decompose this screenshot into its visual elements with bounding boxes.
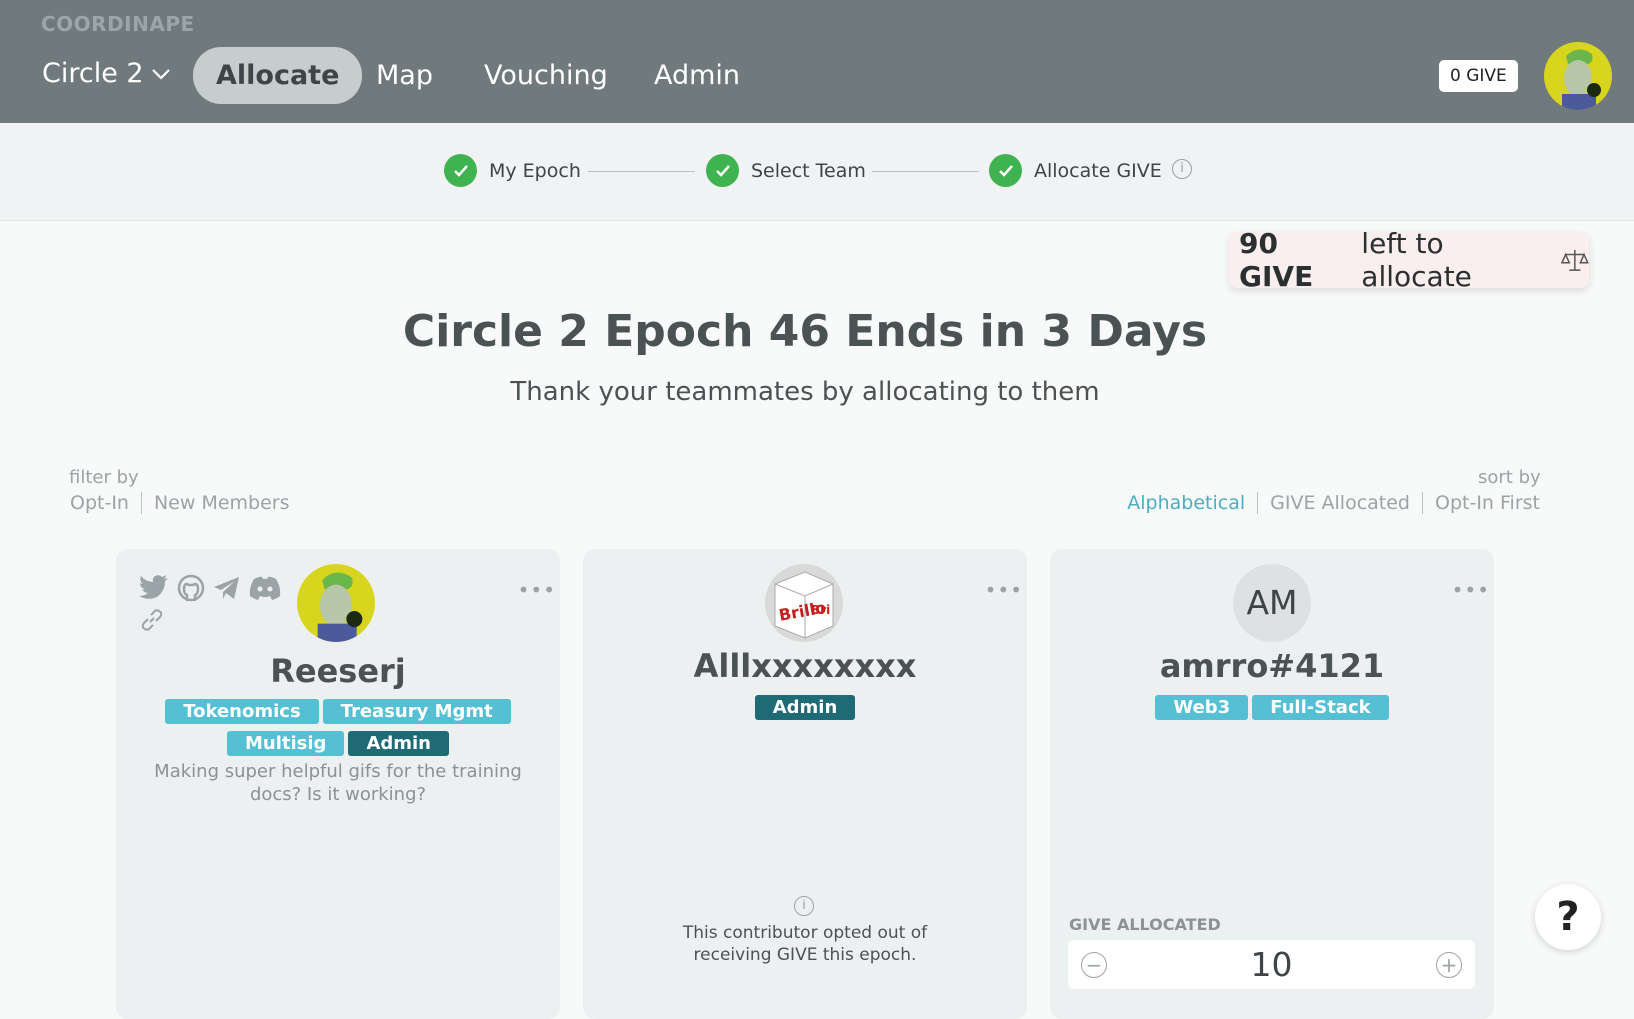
- chevron-down-icon: [151, 68, 170, 80]
- epoch-title: Circle 2 Epoch 46 Ends in 3 Days: [402, 306, 1208, 357]
- sort-options: Alphabetical GIVE Allocated Opt-In First: [1127, 492, 1540, 514]
- more-options-icon[interactable]: •••: [518, 578, 556, 602]
- member-name: Alllxxxxxxxx: [693, 647, 917, 685]
- divider: [1422, 492, 1423, 514]
- user-avatar-image: [1544, 42, 1612, 110]
- step-select-team[interactable]: Select Team: [706, 154, 866, 187]
- circle-selector-label: Circle 2: [42, 58, 144, 89]
- opted-out-message: This contributor opted out of receiving …: [682, 923, 928, 965]
- github-icon[interactable]: [176, 574, 206, 604]
- filter-label: filter by: [69, 467, 139, 488]
- check-circle-icon: [706, 154, 739, 187]
- nav-tab-allocate[interactable]: Allocate: [193, 47, 363, 104]
- skill-tags: Web3 Full-Stack: [1050, 695, 1494, 720]
- more-options-icon[interactable]: •••: [1452, 578, 1490, 602]
- member-name: Reeserj: [270, 652, 406, 690]
- circle-selector[interactable]: Circle 2: [42, 58, 172, 89]
- plus-icon[interactable]: +: [1436, 951, 1462, 978]
- give-balance-badge[interactable]: 0 GIVE: [1439, 60, 1518, 92]
- give-allocation-stepper[interactable]: − 10 +: [1068, 940, 1475, 989]
- step-label: Select Team: [751, 159, 866, 182]
- nav-tab-vouching[interactable]: Vouching: [484, 47, 608, 104]
- tag: Treasury Mgmt: [322, 699, 511, 724]
- check-circle-icon: [989, 154, 1022, 187]
- tag: Tokenomics: [165, 699, 319, 724]
- sort-label: sort by: [1478, 467, 1541, 488]
- filter-new-members[interactable]: New Members: [154, 492, 290, 514]
- step-connector: [872, 171, 979, 172]
- divider: [1257, 492, 1259, 514]
- more-options-icon[interactable]: •••: [985, 578, 1023, 602]
- telegram-icon[interactable]: [212, 574, 242, 602]
- tag: Full-Stack: [1252, 695, 1389, 720]
- top-navbar: COORDINAPE Circle 2 Allocate Map Vouchin…: [0, 0, 1634, 123]
- nav-tab-admin[interactable]: Admin: [654, 47, 740, 104]
- step-connector: [588, 171, 695, 172]
- give-allocated-label: GIVE ALLOCATED: [1069, 915, 1221, 934]
- member-bio: Making super helpful gifs for the traini…: [154, 761, 522, 805]
- nav-tab-map[interactable]: Map: [376, 47, 433, 104]
- brand-logo: COORDINAPE: [41, 12, 195, 36]
- discord-icon[interactable]: [248, 574, 282, 602]
- tag: Web3: [1155, 695, 1249, 720]
- minus-icon[interactable]: −: [1081, 951, 1107, 978]
- twitter-icon[interactable]: [138, 574, 170, 602]
- step-allocate-give[interactable]: Allocate GIVE: [989, 154, 1162, 187]
- progress-stepper: My Epoch Select Team Allocate GIVE i: [0, 123, 1634, 221]
- info-icon[interactable]: i: [1172, 159, 1192, 179]
- help-button[interactable]: ?: [1535, 884, 1601, 950]
- give-remaining-text: left to allocate: [1361, 227, 1472, 293]
- sort-alphabetical[interactable]: Alphabetical: [1127, 492, 1245, 514]
- role-tag: Admin: [348, 731, 449, 756]
- divider: [140, 492, 142, 514]
- link-icon[interactable]: [139, 607, 165, 633]
- check-circle-icon: [444, 154, 477, 187]
- step-label: Allocate GIVE: [1034, 159, 1162, 182]
- member-name: amrro#4121: [1159, 647, 1385, 685]
- sort-give-allocated[interactable]: GIVE Allocated: [1270, 492, 1410, 514]
- give-remaining-amount: 90 GIVE: [1239, 227, 1314, 293]
- member-avatar: Brillo Bri: [765, 564, 843, 642]
- filter-opt-in[interactable]: Opt-In: [70, 492, 129, 514]
- member-avatar-image: Brillo Bri: [765, 564, 843, 642]
- svg-text:Bri: Bri: [811, 603, 830, 617]
- balance-scale-icon: [1561, 249, 1590, 271]
- skill-tags: Tokenomics Treasury Mgmt: [116, 699, 560, 724]
- info-icon: i: [794, 896, 814, 916]
- give-allocated-value[interactable]: 10: [1251, 945, 1293, 984]
- step-label: My Epoch: [489, 159, 581, 182]
- sort-opt-in-first[interactable]: Opt-In First: [1435, 492, 1540, 514]
- epoch-subtitle: Thank your teammates by allocating to th…: [510, 377, 1100, 407]
- member-avatar-image: [297, 564, 375, 642]
- social-links: [138, 574, 282, 604]
- skill-tags: Multisig Admin: [116, 731, 560, 756]
- member-avatar: [297, 564, 375, 642]
- give-remaining-panel: 90 GIVE left to allocate: [1229, 227, 1590, 293]
- skill-tags: Admin: [583, 695, 1027, 720]
- user-avatar[interactable]: [1544, 42, 1612, 110]
- member-avatar-initials: AM: [1233, 564, 1311, 642]
- filter-options: Opt-In New Members: [70, 492, 290, 514]
- step-my-epoch[interactable]: My Epoch: [444, 154, 581, 187]
- tag: Multisig: [226, 731, 345, 756]
- role-tag: Admin: [754, 695, 856, 720]
